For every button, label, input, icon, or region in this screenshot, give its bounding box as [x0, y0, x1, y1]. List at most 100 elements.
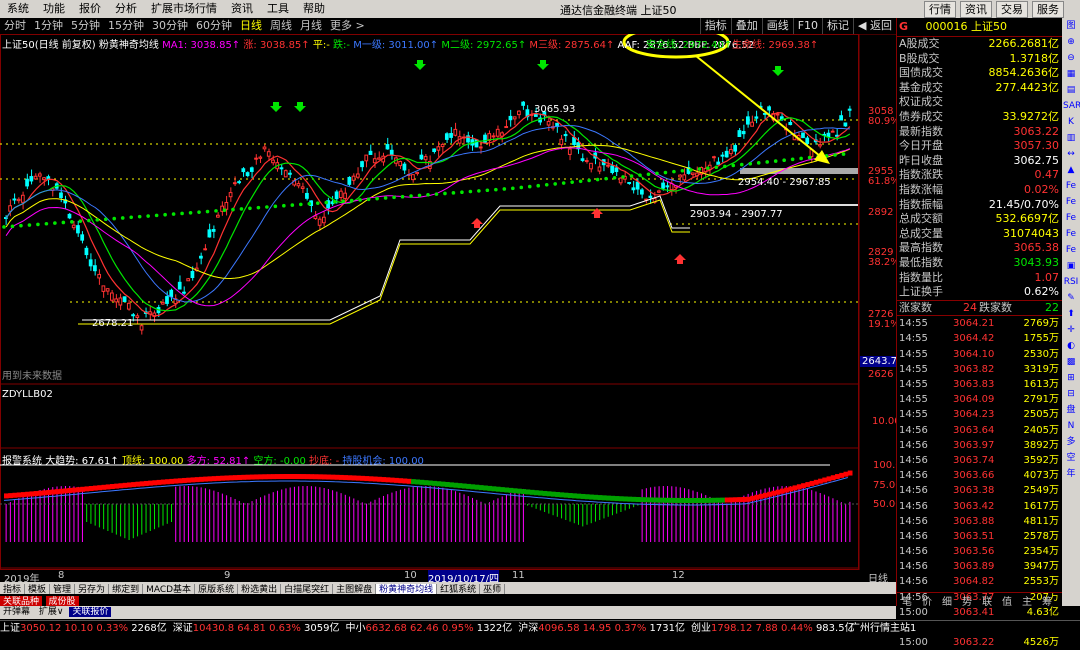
chart-tool-5[interactable]: ◀ 返回 — [853, 18, 896, 34]
side-tool-icon[interactable]: ↔ — [1063, 147, 1079, 162]
side-tool-icon[interactable]: ▦ — [1063, 67, 1079, 82]
menu-item-0[interactable]: 系统 — [0, 0, 36, 18]
trend-block — [398, 478, 404, 484]
tick-row: 14:55 3064.42 1755万 — [897, 331, 1063, 346]
side-tool-icon[interactable]: N — [1063, 419, 1079, 434]
menu-item-4[interactable]: 扩展市场行情 — [144, 0, 224, 18]
safety-dot — [841, 152, 846, 156]
menu-item-6[interactable]: 工具 — [260, 0, 296, 18]
candle — [37, 173, 42, 177]
side-tool-icon[interactable]: ▲ — [1063, 163, 1079, 178]
candle — [224, 201, 229, 210]
trend-block — [275, 474, 281, 480]
period-3[interactable]: 15分钟 — [104, 18, 148, 34]
side-tool-icon[interactable]: K — [1063, 115, 1079, 130]
status-index[interactable]: 创业1798.12 7.88 0.44% 983.5亿 — [691, 623, 855, 634]
candle — [254, 157, 258, 160]
safety-dot — [2, 225, 6, 229]
candle — [266, 151, 271, 157]
side-tool-icon[interactable]: 年 — [1063, 467, 1079, 482]
menu-item-5[interactable]: 资讯 — [224, 0, 260, 18]
status-index[interactable]: 深证10430.8 64.81 0.63% 3059亿 — [173, 623, 340, 634]
candle — [16, 198, 21, 202]
side-tool-icon[interactable]: ⊕ — [1063, 35, 1079, 50]
side-tool-icon[interactable]: ◐ — [1063, 339, 1079, 354]
safety-dot — [723, 164, 727, 169]
side-tool-icon[interactable]: ⊖ — [1063, 51, 1079, 66]
side-tool-icon[interactable]: ▣ — [1063, 259, 1079, 274]
status-index[interactable]: 上证3050.12 10.10 0.33% 2268亿 — [0, 623, 167, 634]
related-quote-toggle[interactable]: 关联报价 — [69, 607, 112, 617]
chart-tool-1[interactable]: 叠加 — [730, 18, 762, 34]
menu-item-2[interactable]: 报价 — [72, 0, 108, 18]
candle — [105, 288, 110, 292]
candle — [512, 116, 517, 120]
safety-dot — [451, 191, 456, 195]
side-tool-icon[interactable]: 空 — [1063, 451, 1079, 466]
news-button[interactable]: 资讯 — [960, 1, 992, 18]
trend-block — [695, 497, 700, 503]
tick-volume: 2405万 — [1023, 424, 1059, 436]
side-tool-icon[interactable]: ✛ — [1063, 323, 1079, 338]
trend-block — [377, 476, 382, 482]
chart-tool-3[interactable]: F10 — [792, 18, 822, 34]
kline-chart[interactable] — [0, 25, 896, 570]
side-tool-icon[interactable]: Fe — [1063, 243, 1079, 258]
side-tool-icon[interactable]: ▥ — [1063, 131, 1079, 146]
panel-tab-5[interactable]: 值 — [997, 593, 1017, 608]
side-tool-icon[interactable]: RSI — [1063, 275, 1079, 290]
candle — [101, 285, 106, 292]
chart-area[interactable]: 上证50(日线 前复权) 粉黄神奇均线 MA1: 3038.85↑ 涨: 303… — [0, 25, 902, 585]
panel-tab-1[interactable]: 价 — [917, 593, 937, 608]
side-tool-icon[interactable]: ⊟ — [1063, 387, 1079, 402]
menu-item-1[interactable]: 功能 — [36, 0, 72, 18]
period-7[interactable]: 周线 — [266, 18, 296, 34]
side-tool-icon[interactable]: 盘 — [1063, 403, 1079, 418]
quote-button[interactable]: 行情 — [924, 1, 956, 18]
panel-tab-0[interactable]: 笔 — [897, 593, 917, 608]
period-8[interactable]: 月线 — [296, 18, 326, 34]
panel-tab-2[interactable]: 细 — [937, 593, 957, 608]
danmaku-toggle[interactable]: 开弹幕 — [0, 607, 33, 617]
candle — [84, 247, 89, 256]
period-6[interactable]: 日线 — [236, 18, 266, 34]
safety-dot — [561, 181, 566, 185]
tick-volume: 1755万 — [1023, 333, 1059, 345]
period-1[interactable]: 1分钟 — [30, 18, 67, 34]
side-tool-icon[interactable]: 图 — [1063, 19, 1079, 34]
menu-item-7[interactable]: 帮助 — [296, 0, 332, 18]
expand-toggle[interactable]: 扩展∨ — [36, 607, 67, 617]
life-line-value: 生命线: 2969.38↑ — [732, 40, 819, 51]
side-tool-icon[interactable]: 多 — [1063, 435, 1079, 450]
side-tool-icon[interactable]: ▤ — [1063, 83, 1079, 98]
panel-tab-7[interactable]: 筹 — [1037, 593, 1057, 608]
quote-value: 1.3718亿 — [1009, 51, 1060, 65]
panel-tab-6[interactable]: 主 — [1017, 593, 1037, 608]
period-4[interactable]: 30分钟 — [148, 18, 192, 34]
period-5[interactable]: 60分钟 — [192, 18, 236, 34]
panel-tab-3[interactable]: 势 — [957, 593, 977, 608]
side-tool-icon[interactable]: ✎ — [1063, 291, 1079, 306]
chart-tool-4[interactable]: 标记 — [822, 18, 853, 34]
trade-button[interactable]: 交易 — [996, 1, 1028, 18]
side-tool-icon[interactable]: ⬆ — [1063, 307, 1079, 322]
side-tool-icon[interactable]: ⊞ — [1063, 371, 1079, 386]
service-button[interactable]: 服务 — [1032, 1, 1064, 18]
period-2[interactable]: 5分钟 — [67, 18, 104, 34]
menu-item-3[interactable]: 分析 — [108, 0, 144, 18]
panel-tab-4[interactable]: 联 — [977, 593, 997, 608]
side-tool-icon[interactable]: Fe — [1063, 179, 1079, 194]
trend-block — [483, 485, 488, 491]
status-index[interactable]: 中小6632.68 62.46 0.95% 1322亿 — [346, 623, 513, 634]
chart-tool-0[interactable]: 指标 — [699, 18, 731, 34]
period-0[interactable]: 分时 — [0, 18, 30, 34]
period-9[interactable]: 更多 > — [326, 18, 369, 34]
candle — [279, 167, 284, 170]
side-tool-icon[interactable]: Fe — [1063, 227, 1079, 242]
chart-tool-2[interactable]: 画线 — [761, 18, 793, 34]
side-tool-icon[interactable]: Fe — [1063, 211, 1079, 226]
side-tool-icon[interactable]: ▩ — [1063, 355, 1079, 370]
side-tool-icon[interactable]: SAR — [1063, 99, 1080, 114]
side-tool-icon[interactable]: Fe — [1063, 195, 1079, 210]
status-index[interactable]: 沪深4096.58 14.95 0.37% 1731亿 — [518, 623, 685, 634]
